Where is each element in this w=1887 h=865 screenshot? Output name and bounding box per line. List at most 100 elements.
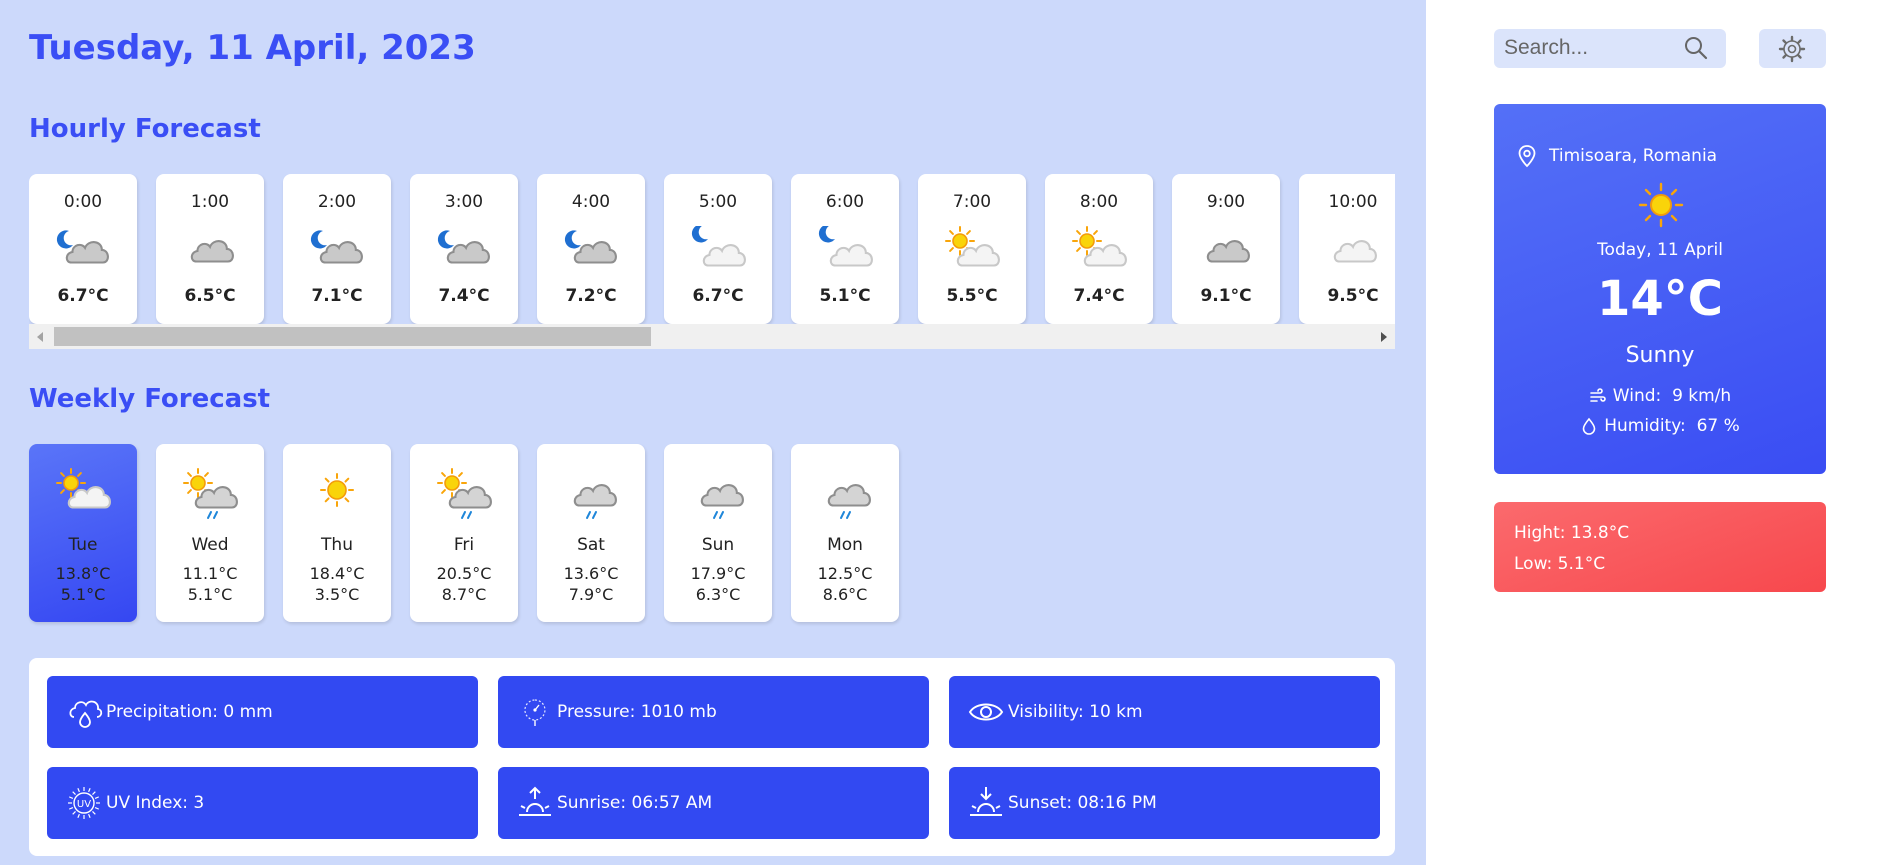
detail-tile: UV UV Index: 3 [47,767,478,839]
weekly-day-card[interactable]: Wed 11.1°C 5.1°C [156,444,264,622]
low-temperature: Low: 5.1°C [1514,554,1606,574]
hourly-card[interactable]: 10:00 9.5°C [1299,174,1395,324]
hourly-card[interactable]: 1:00 6.5°C [156,174,264,324]
weekly-low-temp: 6.3°C [695,585,741,604]
detail-tile: Sunrise: 06:57 AM [498,767,929,839]
hourly-temperature: 5.1°C [819,286,871,306]
weekly-high-temp: 18.4°C [309,564,365,583]
weekly-low-temp: 7.9°C [568,585,614,604]
hourly-time: 8:00 [1079,192,1119,212]
hourly-temperature: 6.7°C [692,286,744,306]
settings-button[interactable] [1759,29,1826,68]
detail-tile: Pressure: 1010 mb [498,676,929,748]
wind-value: 9 km/h [1672,386,1732,406]
humidity-label: Humidity: [1604,416,1686,436]
search-icon[interactable] [1683,35,1709,61]
weekly-high-temp: 13.6°C [563,564,619,583]
search-input[interactable] [1504,34,1684,62]
hourly-temperature: 5.5°C [946,286,998,306]
weekly-day-name: Mon [827,535,863,555]
humidity-row: Humidity: 67 % [1494,416,1826,436]
hourly-card[interactable]: 5:00 6.7°C [664,174,772,324]
sunset-icon [970,787,1002,816]
light-cloud-icon [1333,240,1377,263]
current-temperature: 14°C [1596,271,1724,327]
weekly-day-name: Sun [701,535,735,555]
hourly-card[interactable]: 4:00 7.2°C [537,174,645,324]
weekly-day-card[interactable]: Sat 13.6°C 7.9°C [537,444,645,622]
cloudy-night-icon [56,230,109,264]
scrollbar-thumb[interactable] [54,327,651,346]
weekly-day-card[interactable]: Thu 18.4°C 3.5°C [283,444,391,622]
hourly-card[interactable]: 9:00 9.1°C [1172,174,1280,324]
weekly-forecast-list: Tue 13.8°C 5.1°C Wed 11.1°C 5.1°C Thu 18.4°C 3.5… [29,444,1029,624]
hourly-time: 10:00 [1328,192,1378,212]
hourly-time: 2:00 [317,192,357,212]
partly-cloudy-day-icon [1072,226,1127,267]
weather-details-panel: Precipitation: 0 mm Pressure: 1010 mb Visi… [29,658,1395,856]
weekly-low-temp: 5.1°C [60,585,106,604]
weekly-low-temp: 5.1°C [187,585,233,604]
page-title: Tuesday, 11 April, 2023 [29,28,476,68]
weekly-day-name: Sat [577,535,605,555]
weekly-day-card[interactable]: Fri 20.5°C 8.7°C [410,444,518,622]
weekly-high-temp: 17.9°C [690,564,746,583]
cloud-rain-icon [700,484,744,519]
humidity-value: 67 % [1696,416,1740,436]
detail-text: Precipitation: 0 mm [106,702,273,722]
high-low-card: Hight: 13.8°C Low: 5.1°C [1494,502,1826,592]
hourly-temperature: 7.4°C [1073,286,1125,306]
sun-icon [320,473,354,507]
sun-icon [1638,182,1684,228]
weekly-high-temp: 13.8°C [55,564,111,583]
horizontal-scrollbar[interactable] [29,324,1395,349]
weekly-low-temp: 3.5°C [314,585,360,604]
hourly-card[interactable]: 7:00 5.5°C [918,174,1026,324]
cloudy-night-icon [437,230,490,264]
scroll-left-arrow-icon[interactable] [37,332,43,342]
cloud-rain-icon [827,484,871,519]
hourly-forecast-scroller[interactable]: 0:00 6.7°C 1:00 6.5°C 2:00 7.1°C 3:00 7.4°C 4:00… [29,174,1395,350]
sunrise-icon [519,786,551,816]
hourly-temperature: 7.1°C [311,286,363,306]
weekly-forecast-title: Weekly Forecast [29,384,271,414]
hourly-time: 6:00 [825,192,865,212]
partly-cloudy-day-icon [56,468,111,509]
partly-cloudy-night-icon [691,226,746,267]
current-location: Timisoara, Romania [1549,146,1718,166]
weekly-day-card[interactable]: Sun 17.9°C 6.3°C [664,444,772,622]
hourly-temperature: 9.1°C [1200,286,1252,306]
detail-tile: Sunset: 08:16 PM [949,767,1380,839]
hourly-time: 0:00 [63,192,103,212]
sun-cloud-rain-icon [437,468,492,519]
weekly-day-card[interactable]: Mon 12.5°C 8.6°C [791,444,899,622]
hourly-card[interactable]: 8:00 7.4°C [1045,174,1153,324]
search-box[interactable] [1494,29,1726,68]
hourly-temperature: 9.5°C [1327,286,1379,306]
hourly-card[interactable]: 2:00 7.1°C [283,174,391,324]
weekly-high-temp: 11.1°C [182,564,238,583]
hourly-card[interactable]: 6:00 5.1°C [791,174,899,324]
eye-icon [968,703,1004,721]
hourly-forecast-list: 0:00 6.7°C 1:00 6.5°C 2:00 7.1°C 3:00 7.4°C 4:00… [29,174,1395,324]
gear-icon [1778,35,1806,63]
hourly-time: 5:00 [698,192,738,212]
hourly-time: 1:00 [190,192,230,212]
weekly-day-card[interactable]: Tue 13.8°C 5.1°C [29,444,137,622]
scroll-right-arrow-icon[interactable] [1381,332,1387,342]
hourly-card[interactable]: 0:00 6.7°C [29,174,137,324]
hourly-forecast-title: Hourly Forecast [29,114,261,144]
cloud-icon [190,240,234,263]
detail-text: UV Index: 3 [106,793,205,813]
detail-text: Sunrise: 06:57 AM [557,793,713,813]
svg-text:UV: UV [77,799,91,810]
detail-tile: Precipitation: 0 mm [47,676,478,748]
hourly-temperature: 6.5°C [184,286,236,306]
cloud-icon [1206,240,1250,263]
cloud-rain-icon [573,484,617,519]
current-date: Today, 11 April [1597,240,1723,260]
hourly-time: 9:00 [1206,192,1246,212]
hourly-card[interactable]: 3:00 7.4°C [410,174,518,324]
uv-index-icon: UV [68,787,100,819]
wind-row: Wind: 9 km/h [1494,386,1826,406]
